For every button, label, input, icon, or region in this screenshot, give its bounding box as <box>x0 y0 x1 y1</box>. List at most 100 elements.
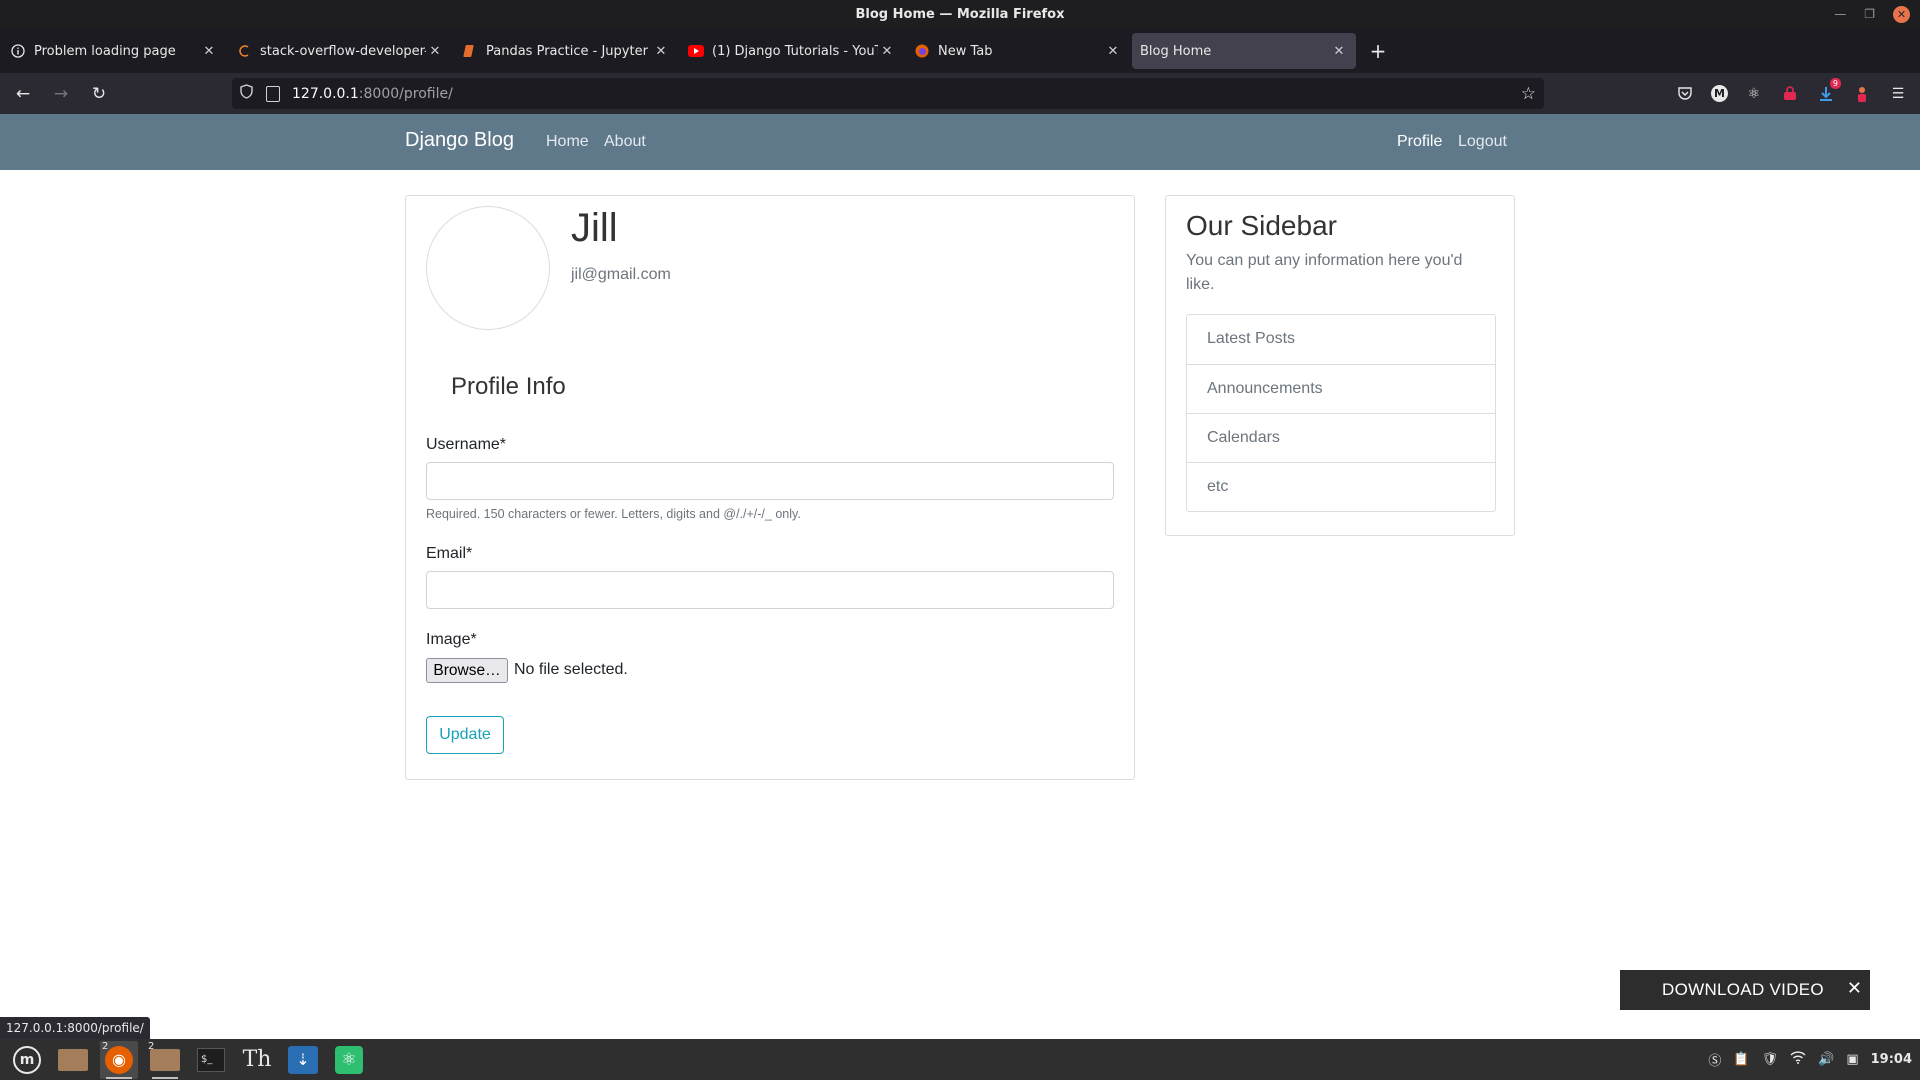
reload-icon[interactable]: ↻ <box>84 79 114 109</box>
clipboard-icon[interactable]: 📋 <box>1733 1052 1749 1067</box>
tab-close-icon[interactable]: ✕ <box>426 44 444 59</box>
figure-extension-icon[interactable] <box>1852 84 1872 104</box>
tab-close-icon[interactable]: ✕ <box>652 44 670 59</box>
window-count: 2 <box>102 1040 109 1052</box>
tab-label: New Tab <box>938 43 993 59</box>
clock[interactable]: 19:04 <box>1871 1052 1912 1067</box>
sidebar-title: Our Sidebar <box>1186 210 1337 241</box>
window-titlebar: Blog Home — Mozilla Firefox — ❐ ✕ <box>0 0 1920 29</box>
shield-tray-icon[interactable]: 🛡 <box>1762 1052 1779 1067</box>
page-content: Django Blog Home About Profile Logout Ji… <box>0 114 1920 1038</box>
toolbar-icons: M ⚛ 9 ☰ <box>1675 73 1908 114</box>
pocket-icon[interactable] <box>1675 84 1695 104</box>
download-video-label[interactable]: DOWNLOAD VIDEO <box>1662 980 1824 1000</box>
start-menu-icon[interactable]: m <box>8 1041 46 1079</box>
tab-label: stack-overflow-developer-su <box>260 43 426 59</box>
battery-icon[interactable]: ▣ <box>1846 1052 1858 1067</box>
forward-icon[interactable]: → <box>46 79 76 109</box>
site-brand[interactable]: Django Blog <box>405 129 514 152</box>
jupyter-icon <box>462 43 478 59</box>
tab-label: Pandas Practice - Jupyter N <box>486 43 652 59</box>
tab-problem-loading[interactable]: Problem loading page ✕ <box>2 33 226 69</box>
url-text[interactable]: 127.0.0.1:8000/profile/ <box>292 86 453 102</box>
shield-icon[interactable] <box>240 84 256 103</box>
info-icon <box>10 43 26 59</box>
tab-jupyter[interactable]: Pandas Practice - Jupyter N ✕ <box>454 33 678 69</box>
tab-close-icon[interactable]: ✕ <box>1330 44 1348 59</box>
extension-badge: 9 <box>1829 77 1841 89</box>
tab-blog-home[interactable]: Blog Home ✕ <box>1132 33 1356 69</box>
taskbar: m 2 ◉ 2 $_ Th ⇣ ⚛ Ⓢ 📋 🛡 🔊 ▣ 19:04 <box>0 1039 1920 1080</box>
site-navbar: Django Blog Home About Profile Logout <box>0 114 1920 170</box>
browser-navbar: ← → ↻ 127.0.0.1:8000/profile/ ☆ M ⚛ 9 ☰ <box>0 73 1920 114</box>
close-icon[interactable]: ✕ <box>1847 978 1862 999</box>
nav-profile-link[interactable]: Profile <box>1397 133 1442 151</box>
system-tray: Ⓢ 📋 🛡 🔊 ▣ 19:04 <box>1708 1039 1912 1080</box>
skype-icon[interactable]: Ⓢ <box>1708 1050 1721 1069</box>
back-icon[interactable]: ← <box>8 79 38 109</box>
new-tab-icon[interactable]: + <box>1364 37 1392 65</box>
sidebar-item-latest-posts[interactable]: Latest Posts <box>1187 315 1495 364</box>
m-extension-icon[interactable]: M <box>1711 85 1728 102</box>
tab-youtube[interactable]: (1) Django Tutorials - YouTu ✕ <box>680 33 904 69</box>
browse-button[interactable]: Browse… <box>426 658 508 683</box>
sidebar-text: You can put any information here you'd l… <box>1186 252 1463 293</box>
profile-email: jil@gmail.com <box>571 266 671 283</box>
close-window-icon[interactable]: ✕ <box>1893 6 1910 23</box>
tab-close-icon[interactable]: ✕ <box>1104 44 1122 59</box>
image-label: Image* <box>426 631 477 648</box>
sidebar-item-announcements[interactable]: Announcements <box>1187 364 1495 413</box>
tab-strip: Problem loading page ✕ stack-overflow-de… <box>0 29 1920 73</box>
folder-taskbar-icon[interactable]: 2 <box>146 1041 184 1079</box>
tab-stack-overflow[interactable]: stack-overflow-developer-su ✕ <box>228 33 452 69</box>
tab-close-icon[interactable]: ✕ <box>200 44 218 59</box>
username-input[interactable] <box>426 462 1114 500</box>
status-url: 127.0.0.1:8000/profile/ <box>0 1017 150 1039</box>
username-label: Username* <box>426 436 507 453</box>
sidebar-item-etc[interactable]: etc <box>1187 462 1495 511</box>
url-bar[interactable]: 127.0.0.1:8000/profile/ ☆ <box>232 78 1544 109</box>
nav-about-link[interactable]: About <box>604 133 646 151</box>
window-title: Blog Home — Mozilla Firefox <box>855 7 1065 22</box>
sidebar-item-calendars[interactable]: Calendars <box>1187 413 1495 462</box>
download-video-bar[interactable]: DOWNLOAD VIDEO ✕ <box>1620 970 1870 1010</box>
react-devtools-icon[interactable]: ⚛ <box>1744 84 1764 104</box>
email-input[interactable] <box>426 571 1114 609</box>
menu-icon[interactable]: ☰ <box>1888 84 1908 104</box>
download-extension-icon[interactable]: 9 <box>1816 77 1841 104</box>
tab-label: Problem loading page <box>34 43 176 59</box>
sidebar-list: Latest Posts Announcements Calendars etc <box>1186 314 1496 512</box>
avatar <box>426 206 550 330</box>
typora-icon[interactable]: Th <box>238 1041 276 1079</box>
bookmark-star-icon[interactable]: ☆ <box>1521 84 1536 104</box>
update-manager-icon[interactable]: ⇣ <box>284 1041 322 1079</box>
window-controls: — ❐ ✕ <box>1834 0 1920 29</box>
minimize-icon[interactable]: — <box>1834 0 1846 29</box>
firefox-taskbar-icon[interactable]: 2 ◉ <box>100 1040 138 1079</box>
maximize-icon[interactable]: ❐ <box>1864 0 1875 29</box>
nav-logout-link[interactable]: Logout <box>1458 133 1507 151</box>
nav-home-link[interactable]: Home <box>546 133 589 151</box>
tab-label: Blog Home <box>1140 43 1212 59</box>
firefox-icon <box>914 43 930 59</box>
files-icon[interactable] <box>54 1041 92 1079</box>
tab-new-tab[interactable]: New Tab ✕ <box>906 33 1130 69</box>
page-icon <box>266 85 280 102</box>
url-host: 127.0.0.1 <box>292 85 359 102</box>
window-count: 2 <box>148 1040 155 1052</box>
file-status-text: No file selected. <box>514 661 628 678</box>
wifi-icon[interactable] <box>1790 1051 1806 1068</box>
update-button[interactable]: Update <box>426 716 504 754</box>
youtube-icon <box>688 43 704 59</box>
email-label: Email* <box>426 545 473 562</box>
tab-close-icon[interactable]: ✕ <box>878 44 896 59</box>
volume-icon[interactable]: 🔊 <box>1818 1052 1834 1067</box>
sidebar-card: Our Sidebar You can put any information … <box>1165 195 1515 536</box>
terminal-icon[interactable]: $_ <box>192 1041 230 1079</box>
atom-icon[interactable]: ⚛ <box>330 1041 368 1079</box>
lock-extension-icon[interactable] <box>1780 84 1800 104</box>
profile-name: Jill <box>571 206 618 250</box>
profile-card: Jill jil@gmail.com Profile Info Username… <box>405 195 1135 780</box>
tab-label: (1) Django Tutorials - YouTu <box>712 43 878 59</box>
profile-info-heading: Profile Info <box>451 373 566 400</box>
